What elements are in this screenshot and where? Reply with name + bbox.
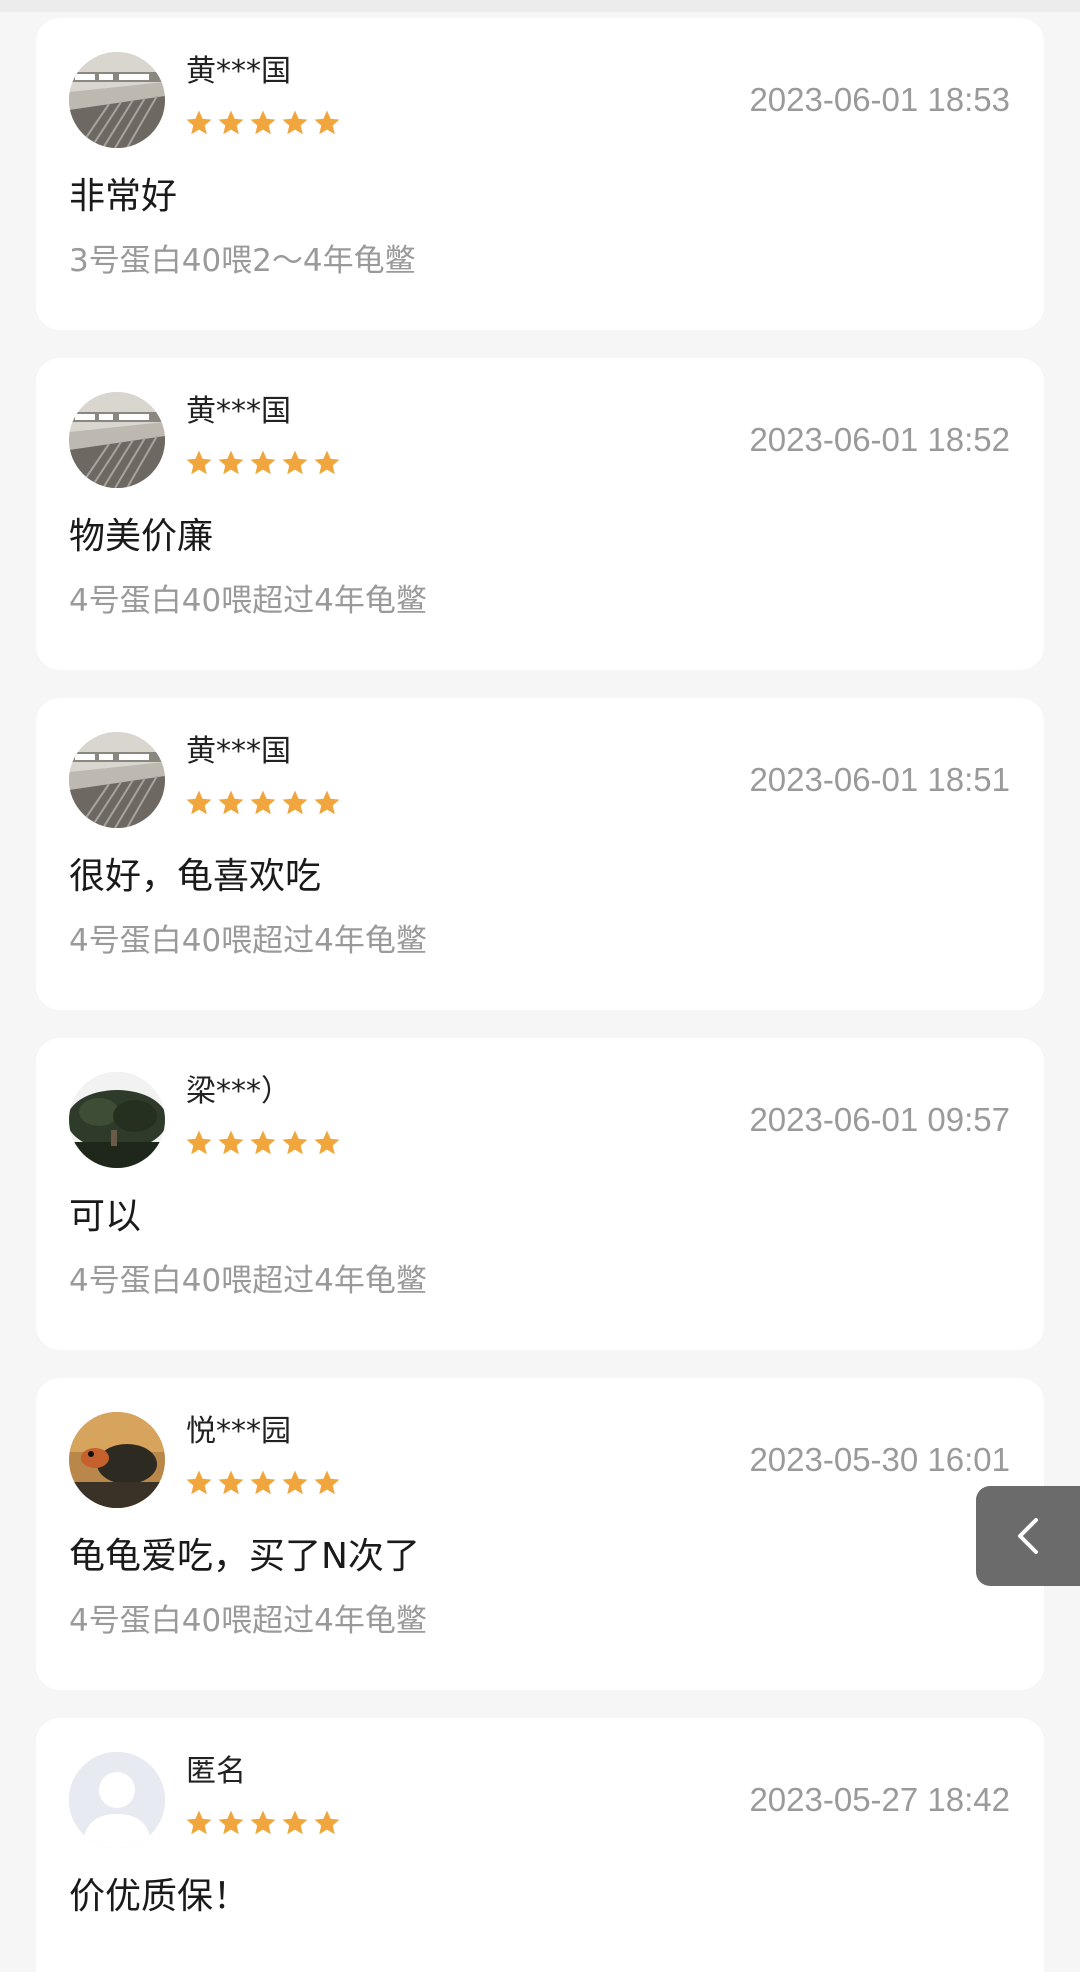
star-icon: [216, 108, 246, 140]
star-icon: [216, 1808, 246, 1840]
review-comment: 可以: [69, 1196, 142, 1237]
star-icon: [184, 1468, 214, 1500]
star-icon: [280, 1808, 310, 1840]
star-icon: [280, 788, 310, 820]
star-icon: [312, 1128, 342, 1160]
purchased-spec: 4号蛋白40喂超过4年龟鳖: [69, 923, 427, 959]
avatar[interactable]: [69, 392, 165, 488]
review-timestamp: 2023-05-30 16:01: [749, 1441, 1010, 1478]
purchased-spec: 4号蛋白40喂超过4年龟鳖: [69, 1263, 427, 1299]
review-card: 梁***） 2023-06-01 09:57 可以 4号蛋白40喂超过4年龟鳖: [36, 1038, 1044, 1350]
star-icon: [248, 788, 278, 820]
star-rating: [184, 1128, 342, 1160]
purchased-spec: 4号蛋白40喂超过4年龟鳖: [69, 1603, 427, 1639]
star-icon: [248, 1468, 278, 1500]
review-comment: 物美价廉: [69, 516, 214, 557]
star-icon: [184, 1808, 214, 1840]
reviewer-name: 黄***国: [186, 734, 291, 769]
star-icon: [248, 108, 278, 140]
star-icon: [248, 1808, 278, 1840]
star-icon: [248, 448, 278, 480]
avatar[interactable]: [69, 1072, 165, 1168]
star-icon: [184, 448, 214, 480]
star-icon: [216, 1128, 246, 1160]
chevron-left-icon: [1018, 1518, 1038, 1554]
star-rating: [184, 448, 342, 480]
review-timestamp: 2023-06-01 18:53: [749, 81, 1010, 118]
review-list: 黄***国 2023-06-01 18:53 非常好 3号蛋白40喂2～4年龟鳖 黄**…: [36, 18, 1044, 1972]
star-rating: [184, 108, 342, 140]
top-divider: [0, 0, 1080, 12]
review-comment: 价优质保！: [69, 1876, 250, 1917]
star-icon: [280, 1468, 310, 1500]
star-rating: [184, 1808, 342, 1840]
purchased-spec: 3号蛋白40喂2～4年龟鳖: [69, 243, 416, 279]
avatar[interactable]: [69, 1752, 165, 1848]
reviewer-name: 黄***国: [186, 394, 291, 429]
star-icon: [312, 448, 342, 480]
review-page: 黄***国 2023-06-01 18:53 非常好 3号蛋白40喂2～4年龟鳖 黄**…: [0, 0, 1080, 1972]
reviewer-name: 黄***国: [186, 54, 291, 89]
star-icon: [280, 448, 310, 480]
star-icon: [312, 1808, 342, 1840]
avatar[interactable]: [69, 732, 165, 828]
star-rating: [184, 788, 342, 820]
review-card: 黄***国 2023-06-01 18:53 非常好 3号蛋白40喂2～4年龟鳖: [36, 18, 1044, 330]
star-icon: [280, 1128, 310, 1160]
collapse-side-tab[interactable]: [976, 1486, 1080, 1586]
review-card: 黄***国 2023-06-01 18:51 很好，龟喜欢吃 4号蛋白40喂超过4年龟…: [36, 698, 1044, 1010]
avatar[interactable]: [69, 52, 165, 148]
reviewer-name: 梁***）: [186, 1074, 291, 1109]
star-icon: [216, 1468, 246, 1500]
star-icon: [312, 108, 342, 140]
star-icon: [216, 788, 246, 820]
review-card: 匿名 2023-05-27 18:42 价优质保！: [36, 1718, 1044, 1972]
star-icon: [312, 1468, 342, 1500]
star-icon: [312, 788, 342, 820]
review-comment: 很好，龟喜欢吃: [69, 856, 322, 897]
star-icon: [280, 108, 310, 140]
star-icon: [184, 1128, 214, 1160]
reviewer-name: 悦***园: [186, 1414, 291, 1449]
star-icon: [184, 108, 214, 140]
review-card: 黄***国 2023-06-01 18:52 物美价廉 4号蛋白40喂超过4年龟鳖: [36, 358, 1044, 670]
star-icon: [184, 788, 214, 820]
review-timestamp: 2023-05-27 18:42: [749, 1781, 1010, 1818]
purchased-spec: 4号蛋白40喂超过4年龟鳖: [69, 583, 427, 619]
star-icon: [216, 448, 246, 480]
review-timestamp: 2023-06-01 18:51: [749, 761, 1010, 798]
star-icon: [248, 1128, 278, 1160]
review-timestamp: 2023-06-01 09:57: [749, 1101, 1010, 1138]
review-comment: 龟龟爱吃，买了N次了: [69, 1536, 420, 1577]
review-timestamp: 2023-06-01 18:52: [749, 421, 1010, 458]
star-rating: [184, 1468, 342, 1500]
review-comment: 非常好: [69, 176, 178, 217]
review-card: 悦***园 2023-05-30 16:01 龟龟爱吃，买了N次了 4号蛋白40喂超过…: [36, 1378, 1044, 1690]
avatar[interactable]: [69, 1412, 165, 1508]
reviewer-name: 匿名: [186, 1754, 246, 1789]
